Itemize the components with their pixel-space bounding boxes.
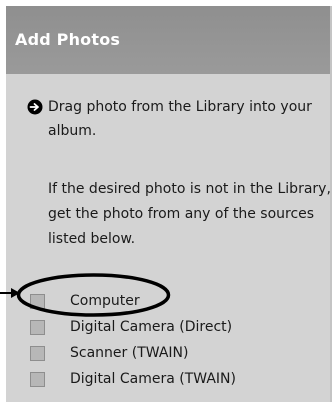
instruction-text: Drag photo from the Library into your al…	[48, 99, 312, 139]
source-label: Digital Camera (TWAIN)	[70, 371, 236, 387]
arrow-right-circle-icon	[27, 99, 43, 115]
source-label: Computer	[70, 293, 140, 309]
panel-title: Add Photos	[15, 30, 121, 49]
source-checkbox[interactable]	[30, 293, 45, 309]
source-checkbox[interactable]	[30, 371, 45, 387]
source-list: Computer Digital Camera (Direct) Scanner…	[29, 288, 329, 392]
add-photos-panel: Add Photos Drag photo from the Library i…	[6, 6, 332, 402]
panel-header: Add Photos	[6, 6, 330, 74]
source-label: Scanner (TWAIN)	[70, 345, 189, 361]
source-item-digital-camera-direct[interactable]: Digital Camera (Direct)	[29, 314, 329, 340]
source-item-scanner-twain[interactable]: Scanner (TWAIN)	[29, 340, 329, 366]
drag-instruction: Drag photo from the Library into your al…	[27, 95, 327, 143]
sources-note: If the desired photo is not in the Libra…	[48, 181, 331, 247]
source-checkbox[interactable]	[30, 319, 45, 335]
source-checkbox[interactable]	[30, 345, 45, 361]
source-item-computer[interactable]: Computer	[29, 288, 329, 314]
source-item-digital-camera-twain[interactable]: Digital Camera (TWAIN)	[29, 366, 329, 392]
page: Add Photos Drag photo from the Library i…	[0, 0, 334, 408]
source-label: Digital Camera (Direct)	[70, 319, 233, 335]
